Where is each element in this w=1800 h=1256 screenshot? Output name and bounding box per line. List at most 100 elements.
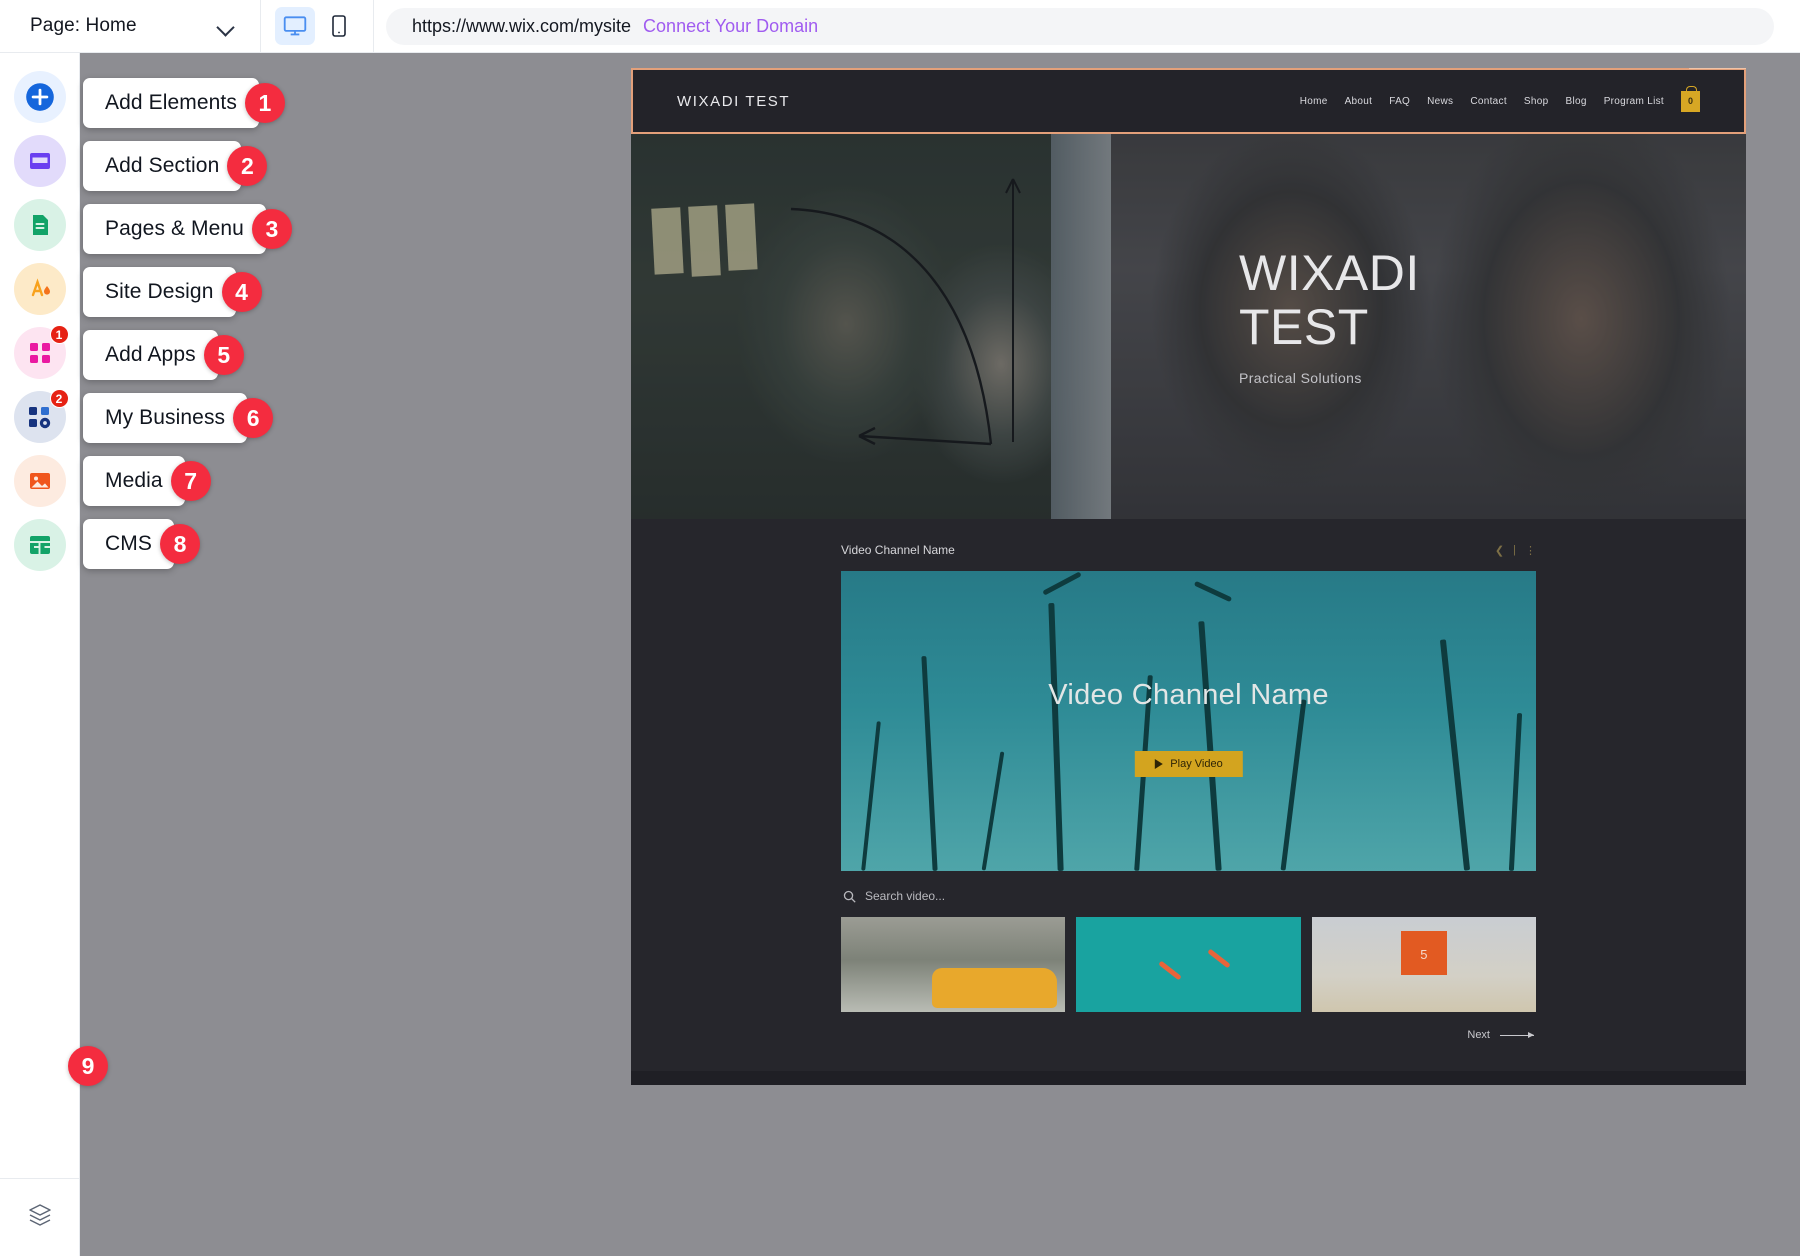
video-thumbnail-lifeguard[interactable]: 5	[1312, 917, 1536, 1012]
page-document-icon	[26, 211, 54, 239]
rail-bottom-section	[0, 1178, 80, 1256]
step-number-6: 6	[233, 398, 273, 438]
theme-paint-icon	[25, 274, 55, 304]
device-switcher	[261, 0, 373, 53]
callout-site-design: Site Design 4	[83, 267, 262, 317]
rail-item-pages-menu[interactable]	[14, 199, 66, 251]
layout-sections-icon	[25, 146, 55, 176]
rail-item-my-business[interactable]: 2	[14, 391, 66, 443]
nav-item-blog[interactable]: Blog	[1565, 96, 1586, 107]
image-media-icon	[26, 467, 54, 495]
page-selector-label: Page: Home	[30, 15, 137, 37]
my-business-button[interactable]: My Business	[83, 393, 247, 443]
hero-overlay	[631, 134, 1746, 519]
video-channel-section[interactable]: Video Channel Name ❮ | ⋮	[631, 519, 1746, 1071]
callout-layers: 9	[68, 1046, 108, 1086]
rail-badge-add-apps: 1	[50, 325, 69, 344]
add-elements-button[interactable]: Add Elements	[83, 78, 259, 128]
desktop-monitor-icon[interactable]	[275, 7, 315, 45]
add-apps-button[interactable]: Add Apps	[83, 330, 218, 380]
nav-item-about[interactable]: About	[1345, 96, 1373, 107]
hero-title-line1: WIXADI	[1239, 246, 1420, 300]
callout-media: Media 7	[83, 456, 211, 506]
site-logo: WIXADI TEST	[677, 93, 790, 110]
step-number-1: 1	[245, 83, 285, 123]
site-url-text: https://www.wix.com/mysite	[412, 16, 631, 37]
nav-item-contact[interactable]: Contact	[1470, 96, 1507, 107]
site-design-button[interactable]: Site Design	[83, 267, 236, 317]
video-channel-actions: ❮ | ⋮	[1495, 544, 1536, 557]
divider-icon: |	[1513, 544, 1516, 556]
hero-section[interactable]: WIXADI TEST Practical Solutions	[631, 134, 1746, 519]
toolbar-divider-2	[373, 0, 374, 53]
nav-item-news[interactable]: News	[1427, 96, 1453, 107]
video-thumbnail-list: 5	[841, 917, 1536, 1012]
callout-add-apps: Add Apps 5	[83, 330, 244, 380]
rail-item-cms[interactable]	[14, 519, 66, 571]
rail-item-add[interactable]	[14, 71, 66, 123]
cart-count: 0	[1688, 96, 1693, 106]
business-gear-icon	[26, 403, 54, 431]
callout-cms: CMS 8	[83, 519, 200, 569]
hero-title-line2: TEST	[1239, 300, 1420, 354]
arrow-right-icon	[1500, 1035, 1534, 1036]
step-number-2: 2	[227, 146, 267, 186]
play-video-label: Play Video	[1170, 758, 1222, 770]
hero-subtitle: Practical Solutions	[1239, 370, 1420, 386]
video-search-bar[interactable]: Search video...	[843, 889, 1536, 903]
chevron-down-icon	[218, 18, 234, 34]
video-channel-header: Video Channel Name ❮ | ⋮	[841, 543, 1536, 557]
step-number-7: 7	[171, 461, 211, 501]
thumbnail-badge-number: 5	[1420, 947, 1427, 962]
editor-root: Page: Home https://www.wix.com/mysit	[0, 0, 1800, 1256]
info-icon[interactable]: ⋮	[1525, 544, 1536, 557]
video-channel-name: Video Channel Name	[841, 543, 955, 557]
rail-item-site-design[interactable]	[14, 263, 66, 315]
site-header[interactable]: WIXADI TEST Home About FAQ News Contact …	[631, 68, 1746, 134]
page-selector[interactable]: Page: Home	[0, 0, 260, 53]
add-section-button[interactable]: Add Section	[83, 141, 241, 191]
header-section-tag: Header	[1689, 68, 1746, 69]
site-preview: WIXADI TEST Home About FAQ News Contact …	[631, 68, 1746, 1085]
video-search-placeholder: Search video...	[865, 889, 945, 903]
video-next-control[interactable]: Next	[841, 1029, 1536, 1041]
step-number-3: 3	[252, 209, 292, 249]
plus-circle-icon	[23, 80, 57, 114]
video-player[interactable]: Video Channel Name Play Video	[841, 571, 1536, 871]
pages-menu-button[interactable]: Pages & Menu	[83, 204, 266, 254]
rail-item-sections[interactable]	[14, 135, 66, 187]
play-triangle-icon	[1154, 759, 1162, 769]
callout-add-section: Add Section 2	[83, 141, 267, 191]
top-toolbar: Page: Home https://www.wix.com/mysit	[0, 0, 1800, 53]
step-number-5: 5	[204, 335, 244, 375]
rail-badge-my-business: 2	[50, 389, 69, 408]
callout-add-elements: Add Elements 1	[83, 78, 285, 128]
cms-table-icon	[26, 531, 54, 559]
nav-item-faq[interactable]: FAQ	[1389, 96, 1410, 107]
next-label: Next	[1467, 1029, 1490, 1041]
media-button[interactable]: Media	[83, 456, 185, 506]
nav-item-program-list[interactable]: Program List	[1604, 96, 1664, 107]
nav-item-shop[interactable]: Shop	[1524, 96, 1549, 107]
video-thumbnail-kayaks[interactable]	[1076, 917, 1300, 1012]
callout-my-business: My Business 6	[83, 393, 273, 443]
rail-item-add-apps[interactable]: 1	[14, 327, 66, 379]
shopping-bag-icon[interactable]: 0	[1681, 91, 1700, 112]
mobile-phone-icon[interactable]	[319, 7, 359, 45]
step-number-8: 8	[160, 524, 200, 564]
step-number-9: 9	[68, 1046, 108, 1086]
editor-canvas: Add Elements 1 Add Section 2 Pages & Men…	[80, 53, 1800, 1256]
callout-pages-menu: Pages & Menu 3	[83, 204, 292, 254]
connect-domain-link[interactable]: Connect Your Domain	[643, 16, 818, 37]
step-number-4: 4	[222, 272, 262, 312]
site-url-bar[interactable]: https://www.wix.com/mysite Connect Your …	[386, 8, 1774, 45]
video-thumbnail-taxi[interactable]	[841, 917, 1065, 1012]
nav-item-home[interactable]: Home	[1300, 96, 1328, 107]
rail-item-media[interactable]	[14, 455, 66, 507]
share-icon[interactable]: ❮	[1495, 544, 1504, 557]
layers-stack-icon[interactable]	[25, 1200, 55, 1235]
search-icon	[843, 890, 856, 903]
play-video-button[interactable]: Play Video	[1134, 751, 1242, 777]
hero-text-block: WIXADI TEST Practical Solutions	[1239, 246, 1420, 386]
apps-grid-icon	[27, 340, 53, 366]
